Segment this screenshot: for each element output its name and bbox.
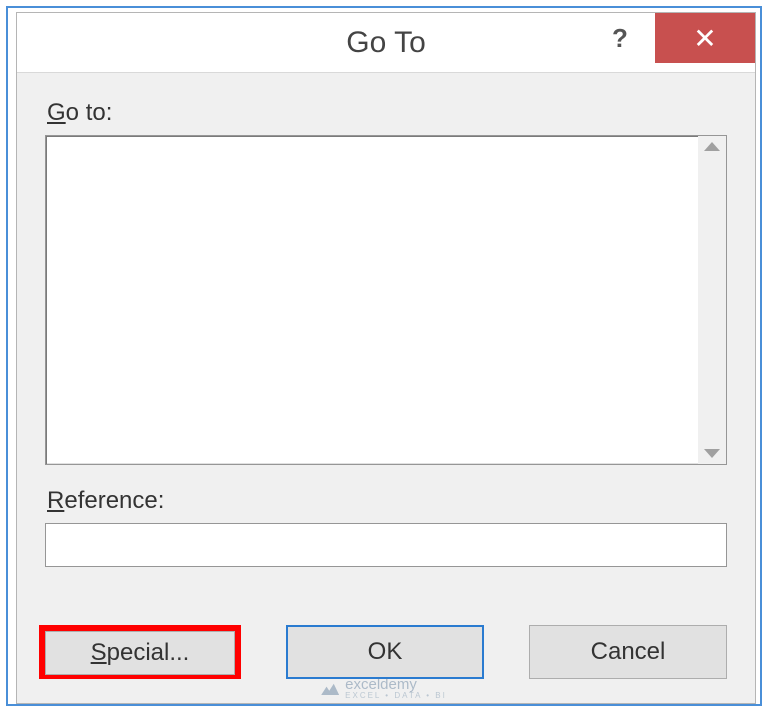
scroll-down-icon[interactable] — [704, 449, 720, 458]
help-button[interactable]: ? — [595, 13, 645, 63]
reference-label: Reference: — [47, 487, 727, 515]
scrollbar[interactable] — [698, 136, 726, 464]
cancel-button[interactable]: Cancel — [529, 625, 727, 679]
reference-input[interactable] — [45, 523, 727, 567]
dialog-body: Go to: Reference: Special... — [17, 73, 755, 703]
goto-label: Go to: — [47, 99, 727, 127]
goto-listbox[interactable] — [45, 135, 727, 465]
special-button[interactable]: Special... — [45, 631, 235, 675]
scroll-up-icon[interactable] — [704, 142, 720, 151]
titlebar: Go To ? ✕ — [17, 13, 755, 73]
special-highlight: Special... — [39, 625, 241, 679]
help-icon: ? — [612, 23, 628, 54]
close-button[interactable]: ✕ — [655, 13, 755, 63]
button-row: Special... OK Cancel — [45, 625, 727, 679]
goto-dialog: Go To ? ✕ Go to: Reference: — [16, 12, 756, 704]
close-icon: ✕ — [693, 22, 716, 55]
dialog-title: Go To — [346, 26, 426, 60]
annotation-frame: Go To ? ✕ Go to: Reference: — [6, 6, 762, 706]
ok-button[interactable]: OK — [286, 625, 484, 679]
